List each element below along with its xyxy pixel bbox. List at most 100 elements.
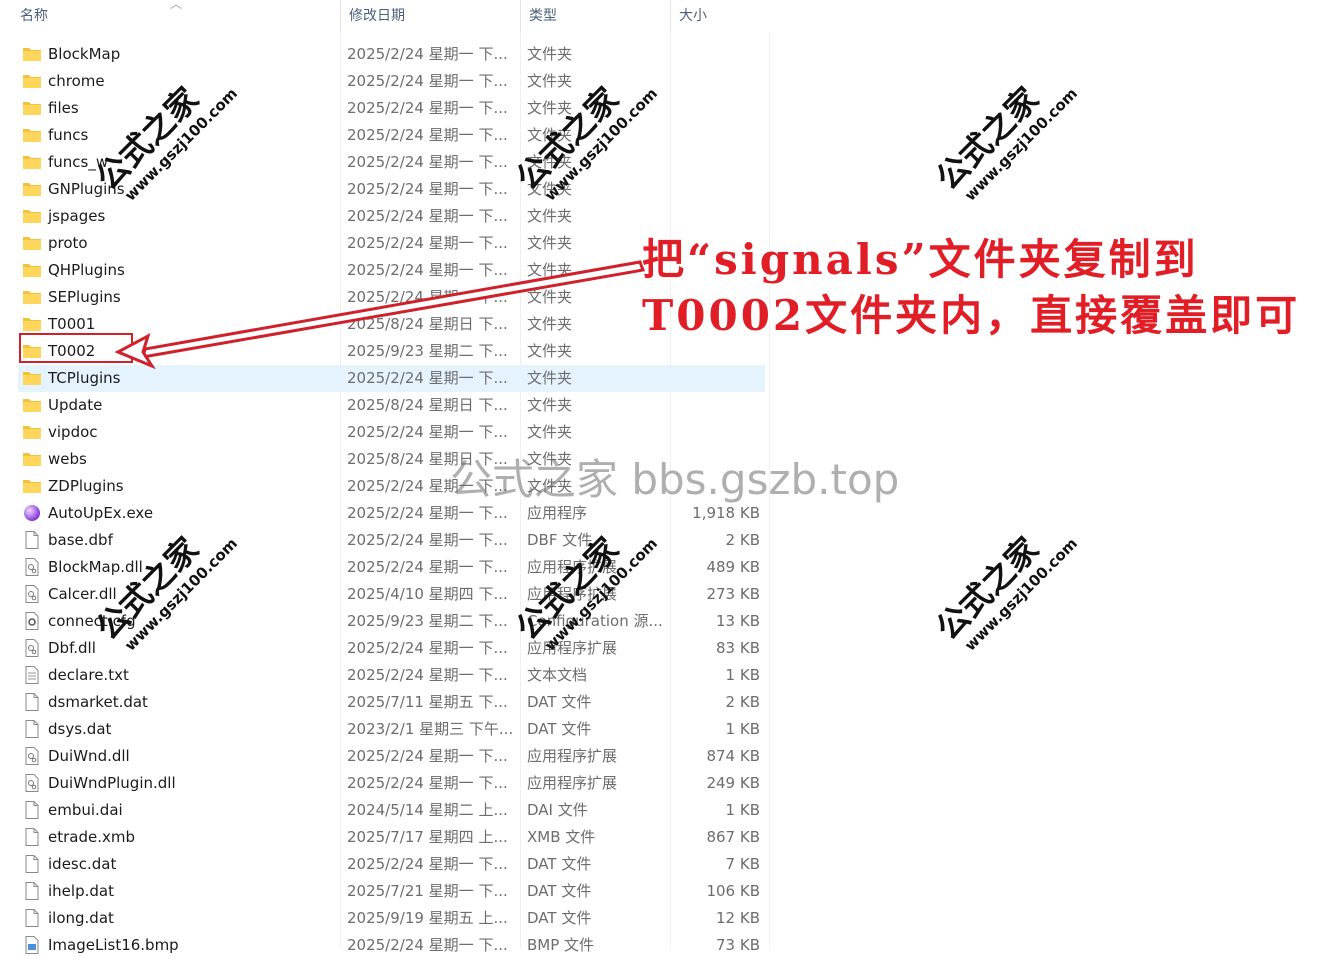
file-name: QHPlugins <box>48 261 125 279</box>
folder-row[interactable]: TCPlugins 2025/2/24 星期一 下... 文件夹 <box>18 365 765 392</box>
file-date: 2025/2/24 星期一 下... <box>347 207 508 225</box>
file-icon <box>22 828 42 846</box>
stamp-watermark: 公式之家 www.gszj100.com <box>920 70 1082 220</box>
file-date: 2025/2/24 星期一 下... <box>347 45 508 63</box>
file-type: 应用程序扩展 <box>527 747 618 765</box>
folder-row[interactable]: vipdoc 2025/2/24 星期一 下... 文件夹 <box>18 419 765 446</box>
folder-row[interactable]: Update 2025/8/24 星期日 下... 文件夹 <box>18 392 765 419</box>
folder-icon <box>22 45 42 63</box>
file-icon <box>22 693 42 711</box>
folder-icon <box>22 153 42 171</box>
file-row[interactable]: dsmarket.dat 2025/7/11 星期五 下... DAT 文件 2 KB <box>18 689 765 716</box>
file-row[interactable]: dsys.dat 2023/2/1 星期三 下午... DAT 文件 1 KB <box>18 716 765 743</box>
file-type: 文件夹 <box>527 423 573 441</box>
file-row[interactable]: ilong.dat 2025/9/19 星期五 上... DAT 文件 12 KB <box>18 905 765 932</box>
dll-icon <box>22 585 42 603</box>
file-row[interactable]: embui.dai 2024/5/14 星期二 上... DAI 文件 1 KB <box>18 797 765 824</box>
file-name: etrade.xmb <box>48 828 135 846</box>
file-date: 2025/2/24 星期一 下... <box>347 558 508 576</box>
file-date: 2025/2/24 星期一 下... <box>347 288 508 306</box>
file-row[interactable]: ImageList16.bmp 2025/2/24 星期一 下... BMP 文件 7… <box>18 932 765 959</box>
folder-icon <box>22 369 42 387</box>
file-type: 文件夹 <box>527 369 573 387</box>
file-size: 489 KB <box>706 558 760 576</box>
file-date: 2025/2/24 星期一 下... <box>347 666 508 684</box>
column-header-size-label: 大小 <box>679 8 707 24</box>
file-date: 2025/7/11 星期五 下... <box>347 693 508 711</box>
file-name: BlockMap <box>48 45 121 63</box>
file-date: 2025/7/21 星期一 下... <box>347 882 508 900</box>
column-header-name[interactable]: 名称 <box>12 0 340 32</box>
annotation-text: 把“signals”文件夹复制到 T0002文件夹内，直接覆盖即可 <box>642 232 1300 344</box>
file-type: DAT 文件 <box>527 882 592 900</box>
column-header-size[interactable]: 大小 <box>670 0 770 32</box>
dll-icon <box>22 558 42 576</box>
file-size: 1 KB <box>725 801 760 819</box>
file-name: Update <box>48 396 103 414</box>
file-name: ImageList16.bmp <box>48 936 179 954</box>
file-type: XMB 文件 <box>527 828 596 846</box>
file-date: 2024/5/14 星期二 上... <box>347 801 508 819</box>
file-size: 273 KB <box>706 585 760 603</box>
file-row[interactable]: DuiWndPlugin.dll 2025/2/24 星期一 下... 应用程序扩展… <box>18 770 765 797</box>
file-date: 2025/9/23 星期二 下... <box>347 342 508 360</box>
file-row[interactable]: ihelp.dat 2025/7/21 星期一 下... DAT 文件 106 KB <box>18 878 765 905</box>
stamp-watermark: 公式之家 www.gszj100.com <box>80 520 242 670</box>
file-size: 1 KB <box>725 720 760 738</box>
file-date: 2025/2/24 星期一 下... <box>347 180 508 198</box>
stamp-watermark: 公式之家 www.gszj100.com <box>920 520 1082 670</box>
file-icon <box>22 855 42 873</box>
file-type: DAT 文件 <box>527 720 592 738</box>
file-date: 2025/2/24 星期一 下... <box>347 261 508 279</box>
file-date: 2025/2/24 星期一 下... <box>347 423 508 441</box>
file-date: 2025/2/24 星期一 下... <box>347 639 508 657</box>
file-date: 2025/9/23 星期二 下... <box>347 612 508 630</box>
folder-icon <box>22 180 42 198</box>
file-date: 2025/8/24 星期日 下... <box>347 315 508 333</box>
stamp-watermark: 公式之家 www.gszj100.com <box>500 520 662 670</box>
file-icon <box>22 909 42 927</box>
file-size: 13 KB <box>716 612 760 630</box>
file-name: vipdoc <box>48 423 98 441</box>
file-date: 2025/2/24 星期一 下... <box>347 531 508 549</box>
column-header-date[interactable]: 修改日期 <box>340 0 520 32</box>
file-name: dsmarket.dat <box>48 693 148 711</box>
annotation-line-2: T0002文件夹内，直接覆盖即可 <box>642 291 1301 340</box>
file-size: 12 KB <box>716 909 760 927</box>
text-file-icon <box>22 666 42 684</box>
file-name: ZDPlugins <box>48 477 124 495</box>
file-date: 2025/2/24 星期一 下... <box>347 936 508 954</box>
file-name: proto <box>48 234 88 252</box>
file-type: DAT 文件 <box>527 909 592 927</box>
file-type: DAT 文件 <box>527 693 592 711</box>
file-icon <box>22 882 42 900</box>
file-date: 2025/8/24 星期日 下... <box>347 396 508 414</box>
file-size: 2 KB <box>725 693 760 711</box>
file-icon <box>22 720 42 738</box>
file-name: embui.dai <box>48 801 123 819</box>
config-icon <box>22 612 42 630</box>
file-size: 867 KB <box>706 828 760 846</box>
stamp-watermark: 公式之家 www.gszj100.com <box>500 70 662 220</box>
file-name: idesc.dat <box>48 855 117 873</box>
file-row[interactable]: idesc.dat 2025/2/24 星期一 下... DAT 文件 7 KB <box>18 851 765 878</box>
file-row[interactable]: DuiWnd.dll 2025/2/24 星期一 下... 应用程序扩展 874 KB <box>18 743 765 770</box>
folder-icon <box>22 423 42 441</box>
folder-icon <box>22 450 42 468</box>
file-name: ihelp.dat <box>48 882 114 900</box>
file-size: 1 KB <box>725 666 760 684</box>
column-header-type[interactable]: 类型 <box>520 0 670 32</box>
file-size: 83 KB <box>716 639 760 657</box>
dll-icon <box>22 774 42 792</box>
file-date: 2025/2/24 星期一 下... <box>347 747 508 765</box>
image-icon <box>22 936 42 954</box>
file-date: 2025/7/17 星期四 上... <box>347 828 508 846</box>
folder-icon <box>22 126 42 144</box>
file-size: 249 KB <box>706 774 760 792</box>
file-row[interactable]: etrade.xmb 2025/7/17 星期四 上... XMB 文件 867 KB <box>18 824 765 851</box>
file-type: BMP 文件 <box>527 936 595 954</box>
folder-icon <box>22 72 42 90</box>
folder-icon <box>22 234 42 252</box>
file-size: 106 KB <box>706 882 760 900</box>
file-date: 2023/2/1 星期三 下午... <box>347 720 514 738</box>
